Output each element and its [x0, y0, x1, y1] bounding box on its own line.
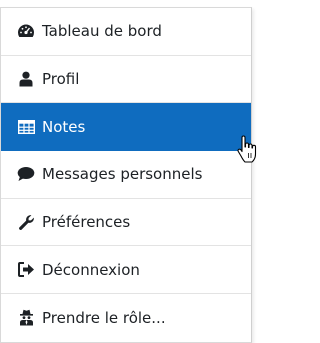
comment-icon [17, 165, 35, 183]
dashboard-icon [17, 22, 35, 40]
wrench-icon [17, 213, 35, 231]
menu-item-label: Préférences [42, 213, 131, 232]
menu-item-grades[interactable]: Notes [1, 103, 251, 152]
sign-out-icon [17, 261, 35, 279]
menu-item-profile[interactable]: Profil [1, 56, 251, 104]
menu-item-switch-role[interactable]: Prendre le rôle... [1, 294, 251, 342]
menu-item-preferences[interactable]: Préférences [1, 199, 251, 247]
menu-item-label: Profil [42, 70, 80, 89]
menu-item-dashboard[interactable]: Tableau de bord [1, 8, 251, 56]
menu-item-messages[interactable]: Messages personnels [1, 151, 251, 199]
user-menu-dropdown: Tableau de bord Profil Notes Messages pe… [0, 7, 252, 343]
user-icon [17, 70, 35, 88]
menu-item-label: Déconnexion [42, 260, 140, 279]
user-secret-icon [17, 309, 35, 327]
table-icon [17, 118, 35, 136]
menu-item-logout[interactable]: Déconnexion [1, 246, 251, 295]
menu-item-label: Notes [42, 117, 86, 136]
menu-item-label: Tableau de bord [42, 22, 162, 41]
menu-item-label: Prendre le rôle... [42, 308, 166, 327]
menu-item-label: Messages personnels [42, 165, 203, 184]
